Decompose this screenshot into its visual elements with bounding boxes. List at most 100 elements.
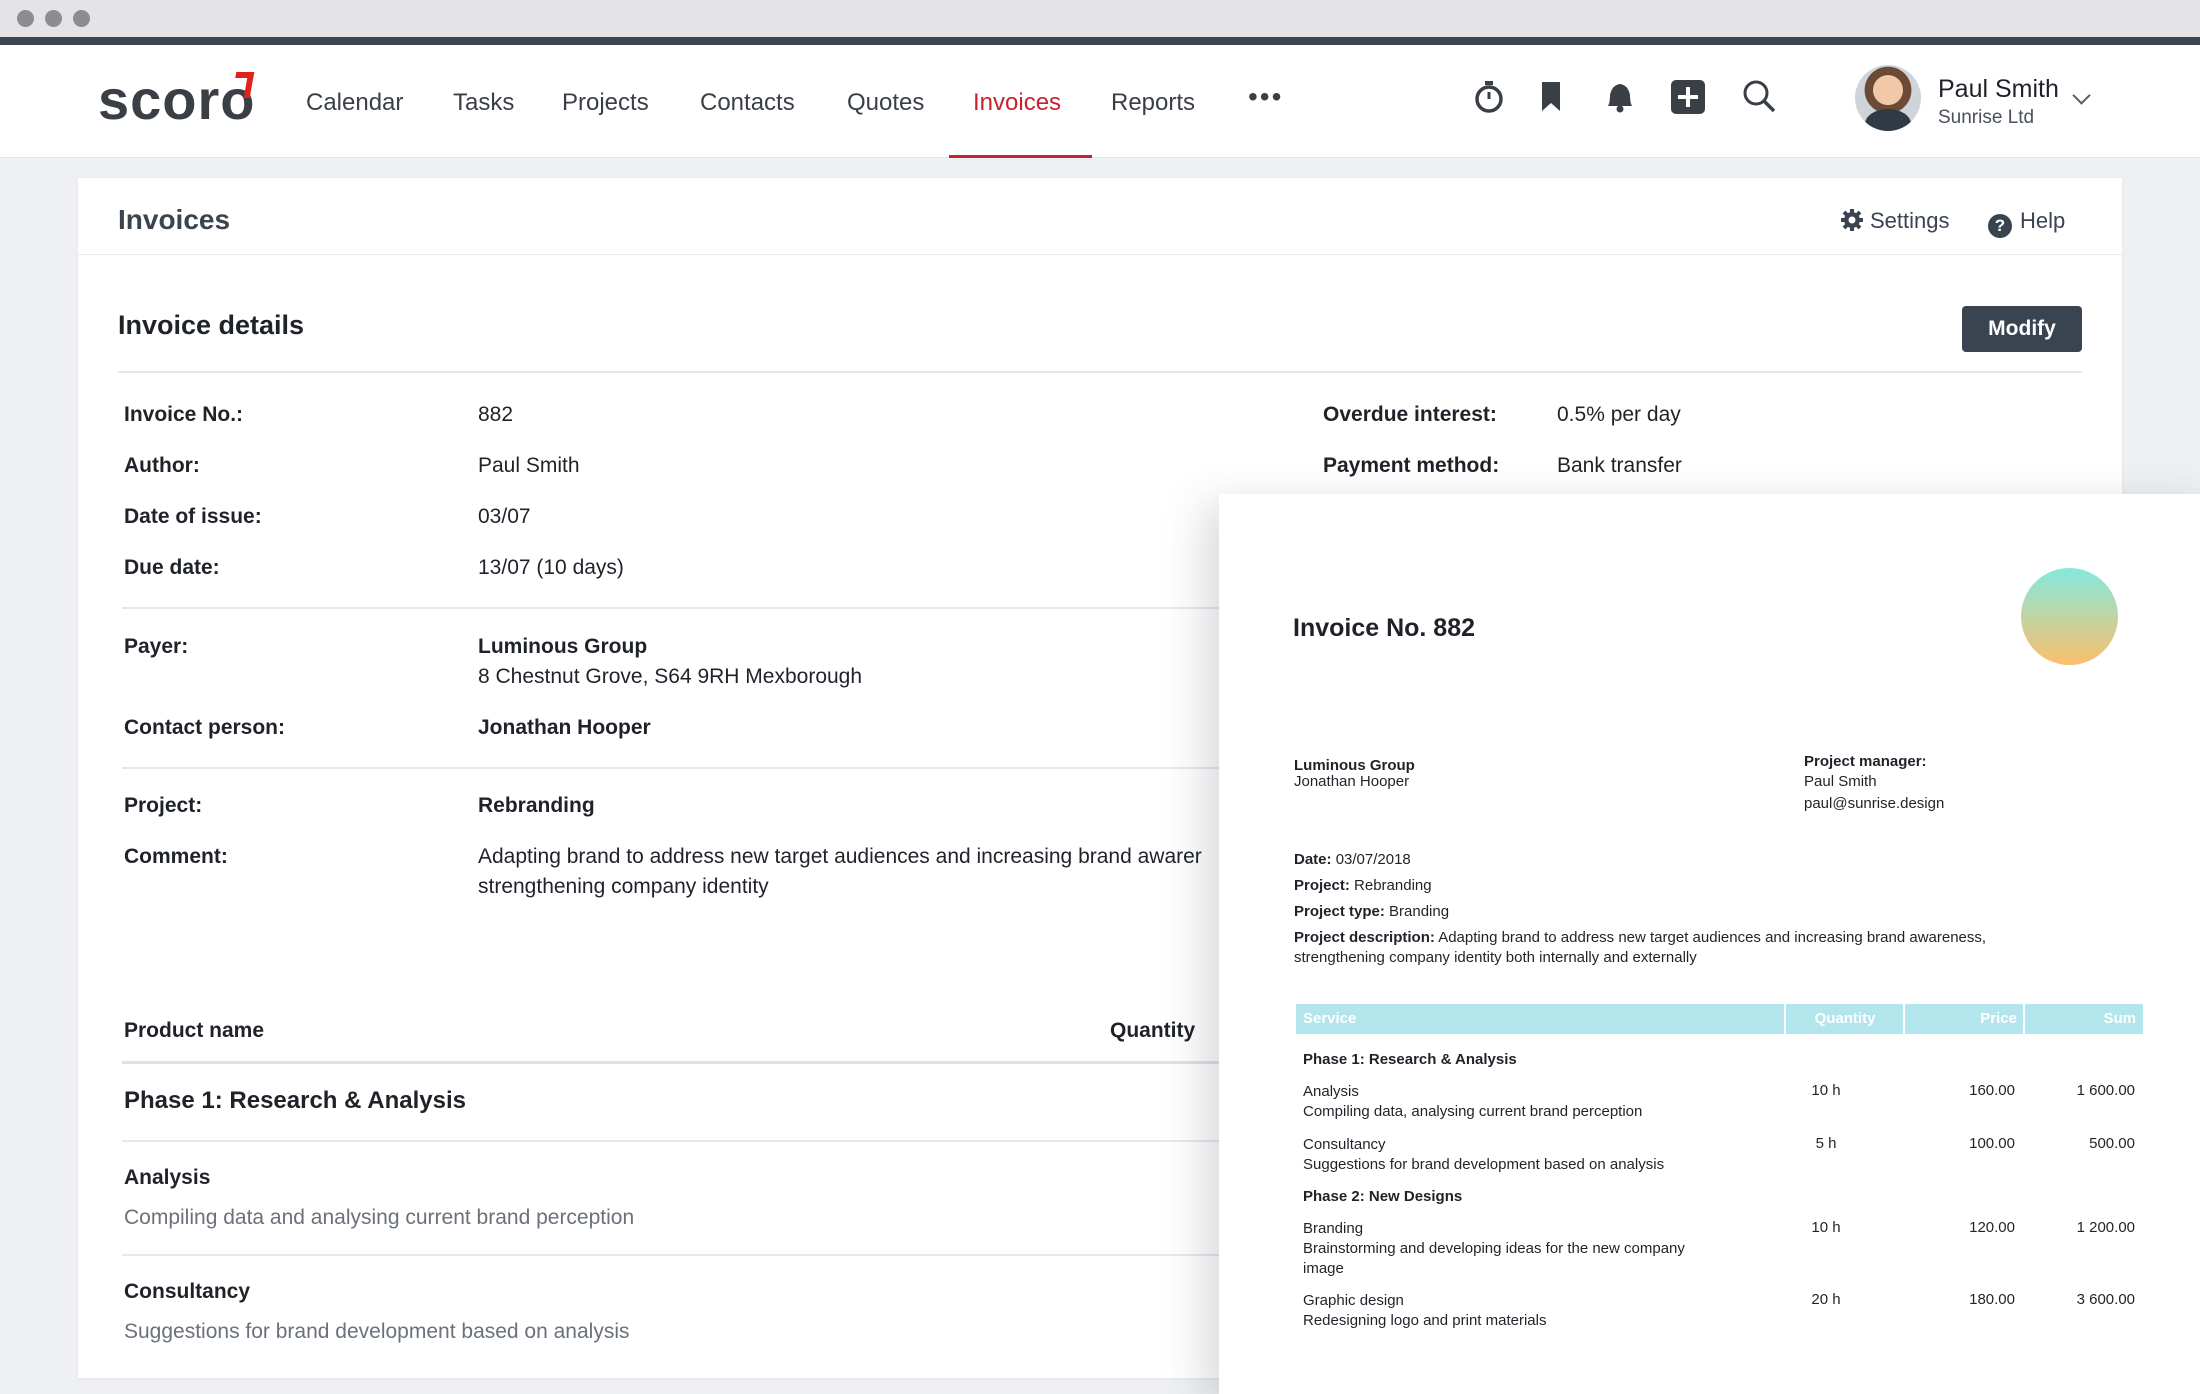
divider (122, 1140, 1302, 1142)
project-value[interactable]: Rebranding (478, 794, 595, 818)
bookmark-icon[interactable] (1533, 77, 1573, 117)
due-date-label: Due date: (124, 556, 220, 579)
pdf-date-label: Date: (1294, 851, 1332, 868)
chevron-down-icon[interactable] (2072, 86, 2091, 105)
pdf-row-sum: 3 600.00 (2076, 1291, 2135, 1308)
issue-date-label: Date of issue: (124, 505, 262, 528)
pdf-pm-label: Project manager: (1804, 753, 1927, 770)
pdf-th-quantity: Quantity (1814, 1010, 1876, 1027)
issue-date-value: 03/07 (478, 505, 531, 528)
phase-heading: Phase 1: Research & Analysis (124, 1087, 466, 1114)
nav-tasks[interactable]: Tasks (453, 89, 514, 117)
pdf-type-value: Branding (1389, 903, 1450, 920)
window-close-button[interactable] (17, 10, 34, 27)
pdf-row-name: Branding (1303, 1220, 1364, 1237)
contact-person-value[interactable]: Jonathan Hooper (478, 716, 651, 740)
active-tab-indicator (949, 155, 1092, 158)
pdf-row-price: 100.00 (1969, 1135, 2015, 1152)
pdf-table-header: Service Quantity Price Sum (1296, 1004, 2143, 1034)
pdf-pm-name: Paul Smith (1804, 773, 1877, 790)
window-titlebar (0, 0, 2200, 37)
table-header-divider (122, 1061, 1302, 1064)
settings-button[interactable]: Settings (1840, 208, 1950, 234)
nav-invoices[interactable]: Invoices (973, 89, 1061, 117)
product-description: Compiling data and analysing current bra… (124, 1206, 635, 1229)
company-logo-circle (2021, 568, 2118, 665)
product-name: Consultancy (124, 1280, 251, 1303)
search-icon[interactable] (1740, 77, 1780, 117)
pdf-row-quantity: 20 h (1811, 1291, 1841, 1308)
column-header-quantity[interactable]: Quantity (1110, 1019, 1195, 1043)
help-button[interactable]: ? Help (1988, 208, 2065, 238)
pdf-row-name: Analysis (1303, 1083, 1359, 1100)
pdf-description-row: Project description: Adapting brand to a… (1294, 928, 1986, 948)
divider (122, 1254, 1302, 1256)
window-zoom-button[interactable] (73, 10, 90, 27)
pdf-type-label: Project type: (1294, 903, 1385, 920)
nav-projects[interactable]: Projects (562, 89, 649, 117)
top-strip (0, 37, 2200, 45)
payer-name: Luminous Group (478, 635, 648, 658)
column-header-product-name[interactable]: Product name (124, 1019, 264, 1043)
nav-calendar[interactable]: Calendar (306, 89, 403, 117)
pdf-row-description-cont: image (1303, 1260, 1344, 1277)
nav-reports[interactable]: Reports (1111, 89, 1195, 117)
settings-label: Settings (1870, 208, 1950, 233)
pdf-description-line-1: Adapting brand to address new target aud… (1438, 929, 1987, 946)
payment-method-label: Payment method: (1323, 454, 1500, 477)
overdue-interest-value: 0.5% per day (1557, 403, 1681, 426)
pdf-row-quantity: 10 h (1811, 1082, 1841, 1099)
more-menu-icon[interactable]: ••• (1248, 81, 1283, 113)
pdf-row-name: Graphic design (1303, 1292, 1404, 1309)
contact-person-label: Contact person: (124, 716, 286, 739)
pdf-phase-heading: Phase 1: Research & Analysis (1303, 1051, 1517, 1068)
section-title: Invoice details (118, 310, 305, 340)
pdf-row-description: Suggestions for brand development based … (1303, 1156, 1665, 1173)
pdf-row-sum: 500.00 (2089, 1135, 2135, 1152)
project-label: Project: (124, 794, 203, 817)
pdf-phase-heading: Phase 2: New Designs (1303, 1188, 1463, 1205)
pdf-row-quantity: 10 h (1811, 1219, 1841, 1236)
author-value: Paul Smith (478, 454, 580, 477)
overdue-interest-label: Overdue interest: (1323, 403, 1497, 426)
user-name[interactable]: Paul Smith (1938, 75, 2059, 104)
pdf-th-service: Service (1303, 1010, 1357, 1027)
nav-contacts[interactable]: Contacts (700, 89, 795, 117)
help-label: Help (2020, 208, 2066, 233)
pdf-row-description: Brainstorming and developing ideas for t… (1303, 1240, 1685, 1257)
pdf-row-price: 120.00 (1969, 1219, 2015, 1236)
add-new-icon[interactable] (1668, 77, 1708, 117)
invoice-no-value: 882 (478, 403, 514, 426)
pdf-project-value: Rebranding (1354, 877, 1432, 894)
pdf-row-name: Consultancy (1303, 1136, 1386, 1153)
timer-icon[interactable] (1469, 77, 1509, 117)
bell-icon[interactable] (1600, 77, 1640, 117)
modify-button[interactable]: Modify (1962, 306, 2082, 352)
invoice-pdf-preview: Invoice No. 882 Luminous Group Jonathan … (1219, 494, 2200, 1394)
divider (118, 371, 2082, 373)
window-minimize-button[interactable] (45, 10, 62, 27)
comment-line-1: Adapting brand to address new target aud… (478, 845, 1202, 868)
pdf-row-price: 180.00 (1969, 1291, 2015, 1308)
pdf-client-contact: Jonathan Hooper (1294, 773, 1410, 790)
pdf-row-quantity: 5 h (1815, 1135, 1837, 1152)
comment-line-2: strengthening company identity (478, 875, 769, 898)
scoro-logo[interactable]: scoro (98, 67, 256, 132)
nav-quotes[interactable]: Quotes (847, 89, 924, 117)
user-avatar[interactable] (1855, 65, 1921, 131)
page-title: Invoices (118, 204, 231, 235)
product-name: Analysis (124, 1166, 211, 1189)
pdf-date-value: 03/07/2018 (1335, 851, 1411, 868)
pdf-th-price: Price (1980, 1010, 2017, 1027)
pdf-pm-email: paul@sunrise.design (1804, 795, 1945, 812)
divider (122, 607, 1302, 609)
pdf-type-row: Project type: Branding (1294, 902, 1449, 922)
user-company: Sunrise Ltd (1938, 107, 2035, 128)
comment-label: Comment: (124, 845, 228, 868)
author-label: Author: (124, 454, 200, 477)
pdf-date-row: Date: 03/07/2018 (1294, 850, 1411, 870)
pdf-row-description: Compiling data, analysing current brand … (1303, 1103, 1643, 1120)
invoice-no-label: Invoice No.: (124, 403, 244, 426)
pdf-row-sum: 1 600.00 (2076, 1082, 2135, 1099)
payer-address: 8 Chestnut Grove, S64 9RH Mexborough (478, 665, 863, 688)
